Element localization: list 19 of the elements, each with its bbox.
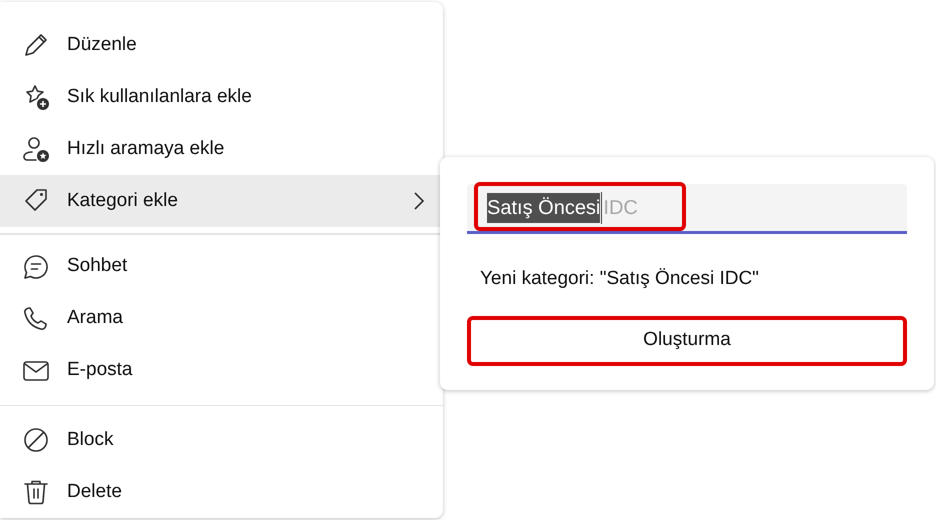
create-button[interactable]: Oluşturma [467,316,907,366]
trash-icon [22,478,50,506]
menu-item[interactable]: Kategori ekle [0,175,443,227]
menu-item[interactable]: Sohbet [0,240,443,292]
category-input-field[interactable]: Satış Öncesi IDC [467,184,907,234]
menu-item[interactable]: Düzenle [0,19,443,71]
menu-item[interactable]: Delete [0,466,443,518]
new-category-label: Yeni kategori: "Satış Öncesi IDC" [480,267,760,291]
menu-item[interactable]: Block [0,414,443,466]
phone-icon [22,304,50,332]
menu-item[interactable]: Arama [0,292,443,344]
person-star-icon [22,135,50,163]
field-text: IDC [603,196,638,220]
selected-text: Satış Öncesi [487,192,600,222]
block-icon [22,426,50,454]
chat-icon [22,252,50,280]
menu-item[interactable]: Sık kullanılanlara ekle [0,71,443,123]
menu-item[interactable]: Hızlı aramaya ekle [0,123,443,175]
menu-item[interactable]: E-posta [0,344,443,396]
